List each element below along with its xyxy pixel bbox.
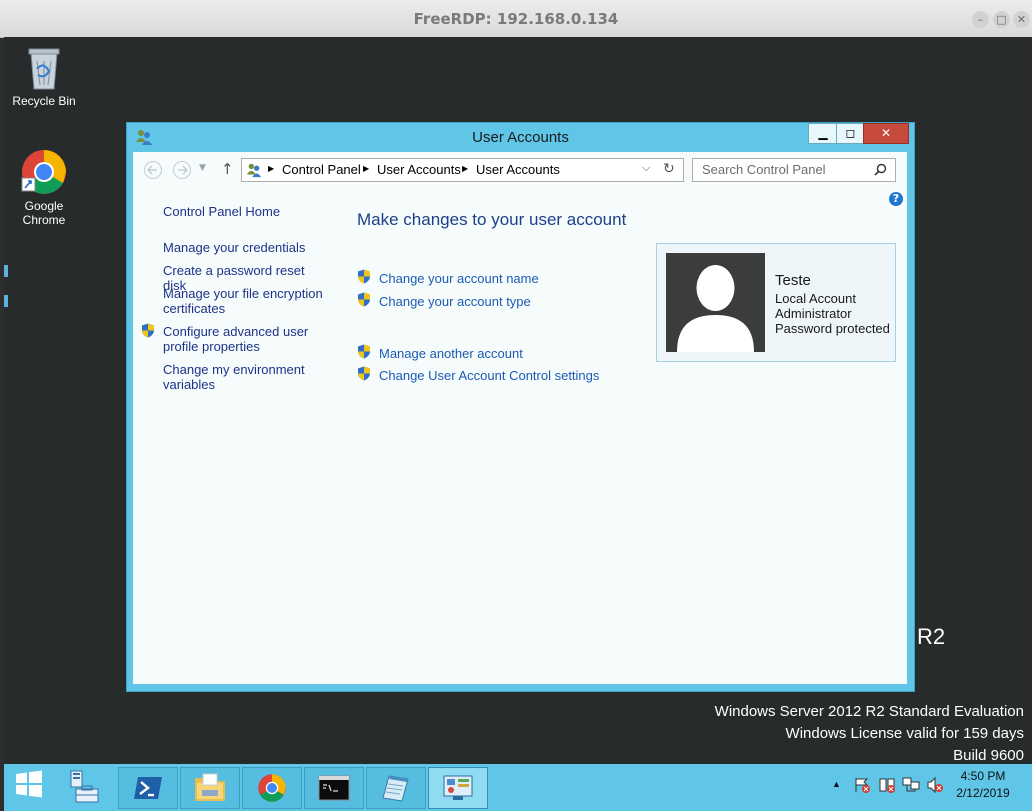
uac-shield-icon <box>358 344 370 359</box>
control-panel-home-link[interactable]: Control Panel Home <box>163 204 280 219</box>
r2-label: R2 <box>917 624 946 649</box>
minimize-icon[interactable]: – <box>972 11 989 28</box>
recycle-bin-icon <box>28 48 60 90</box>
google-chrome-shortcut[interactable]: Google Chrome <box>4 148 84 227</box>
watermark-build: Build 9600 <box>953 747 1024 764</box>
change-account-name-link[interactable]: Change your account name <box>379 271 539 286</box>
command-prompt-icon <box>318 775 350 801</box>
recycle-bin[interactable]: Recycle Bin <box>4 45 84 108</box>
chrome-icon <box>21 150 66 194</box>
uac-shield-icon <box>358 269 370 284</box>
taskbar: ▲ 4:50 PM 2/12/2019 <box>4 764 1032 811</box>
clock-date[interactable]: 2/12/2019 <box>952 786 1014 800</box>
watermark-edition: Windows Server 2012 R2 Standard Evaluati… <box>714 703 1024 720</box>
address-bar[interactable]: ▶ Control Panel ▶ User Accounts ▶ User A… <box>241 158 684 182</box>
chrome-taskbar-button[interactable] <box>242 767 302 809</box>
folder-icon <box>195 773 225 801</box>
user-accounts-small-icon <box>246 163 262 178</box>
power-icon[interactable] <box>878 776 896 794</box>
account-card: Teste Local Account Administrator Passwo… <box>656 243 896 362</box>
powershell-icon <box>134 777 162 799</box>
server-manager-icon <box>70 770 99 803</box>
network-icon[interactable] <box>902 776 920 794</box>
show-hidden-icons[interactable]: ▲ <box>832 779 841 789</box>
control-panel-icon <box>443 775 473 800</box>
account-type: Local Account <box>775 291 856 306</box>
forward-button-icon[interactable] <box>172 160 192 180</box>
account-status: Password protected <box>775 321 890 336</box>
file-encryption-link[interactable]: Manage your file encryption certificates <box>163 286 323 316</box>
notepad-button[interactable] <box>366 767 426 809</box>
user-avatar-icon <box>666 253 765 352</box>
powershell-button[interactable] <box>118 767 178 809</box>
control-panel-content: ▼ ↑ ▶ Control Panel ▶ User Accounts ▶ Us… <box>133 152 907 684</box>
server-manager-button[interactable] <box>64 767 104 807</box>
breadcrumb-user-accounts[interactable]: User Accounts <box>377 162 461 177</box>
clock-time[interactable]: 4:50 PM <box>952 769 1014 783</box>
uac-shield-icon <box>358 366 370 381</box>
edge-accent <box>4 295 8 307</box>
back-button-icon[interactable] <box>143 160 163 180</box>
window-title: User Accounts <box>472 129 569 146</box>
uac-shield-icon <box>358 292 370 307</box>
action-center-icon[interactable] <box>853 776 871 794</box>
up-arrow-icon[interactable]: ↑ <box>221 160 234 178</box>
account-role: Administrator <box>775 306 852 321</box>
breadcrumb-separator-icon: ▶ <box>268 164 275 173</box>
address-dropdown-icon[interactable]: ⌵ <box>642 162 650 175</box>
refresh-icon[interactable]: ↻ <box>663 160 675 177</box>
environment-variables-link[interactable]: Change my environment variables <box>163 362 313 392</box>
page-heading: Make changes to your user account <box>357 210 627 229</box>
breadcrumb-control-panel[interactable]: Control Panel <box>282 162 361 177</box>
volume-muted-icon[interactable] <box>926 776 944 794</box>
window-title-bar[interactable]: User Accounts ▁ ◻ ✕ <box>127 123 914 151</box>
breadcrumb-separator-icon: ▶ <box>363 164 370 173</box>
search-placeholder: Search Control Panel <box>702 162 826 177</box>
control-panel-taskbar-button[interactable] <box>428 767 488 809</box>
manage-credentials-link[interactable]: Manage your credentials <box>163 240 323 255</box>
window-close-button[interactable]: ✕ <box>863 123 909 144</box>
windows-start-icon[interactable] <box>15 770 43 798</box>
edge-accent <box>4 265 8 277</box>
advanced-profile-link[interactable]: Configure advanced user profile properti… <box>163 324 313 354</box>
uac-settings-link[interactable]: Change User Account Control settings <box>379 368 599 383</box>
search-icon[interactable] <box>874 163 887 176</box>
maximize-icon[interactable]: □ <box>993 11 1010 28</box>
change-account-type-link[interactable]: Change your account type <box>379 294 531 309</box>
close-icon[interactable]: ✕ <box>1013 11 1030 28</box>
account-name: Teste <box>775 272 811 289</box>
uac-shield-icon <box>142 323 154 338</box>
file-explorer-button[interactable] <box>180 767 240 809</box>
breadcrumb-separator-icon: ▶ <box>462 164 469 173</box>
search-box[interactable]: Search Control Panel <box>692 158 896 182</box>
chrome-icon <box>258 774 286 802</box>
rdp-title: FreeRDP: 192.168.0.134 <box>413 10 619 28</box>
breadcrumb-current[interactable]: User Accounts <box>476 162 560 177</box>
command-prompt-button[interactable] <box>304 767 364 809</box>
manage-another-account-link[interactable]: Manage another account <box>379 346 523 361</box>
help-icon[interactable]: ? <box>889 192 903 206</box>
watermark-license: Windows License valid for 159 days <box>785 725 1024 742</box>
notepad-icon <box>382 775 409 802</box>
recent-pages-icon[interactable]: ▼ <box>199 163 206 173</box>
window-maximize-button[interactable]: ◻ <box>836 123 865 144</box>
window-minimize-button[interactable]: ▁ <box>808 123 838 144</box>
chrome-label: Google Chrome <box>22 199 66 227</box>
recycle-bin-label: Recycle Bin <box>12 94 76 108</box>
rdp-title-bar: FreeRDP: 192.168.0.134 – □ ✕ <box>0 0 1032 38</box>
user-accounts-window: User Accounts ▁ ◻ ✕ ▼ ↑ ▶ Control Panel … <box>126 122 915 692</box>
